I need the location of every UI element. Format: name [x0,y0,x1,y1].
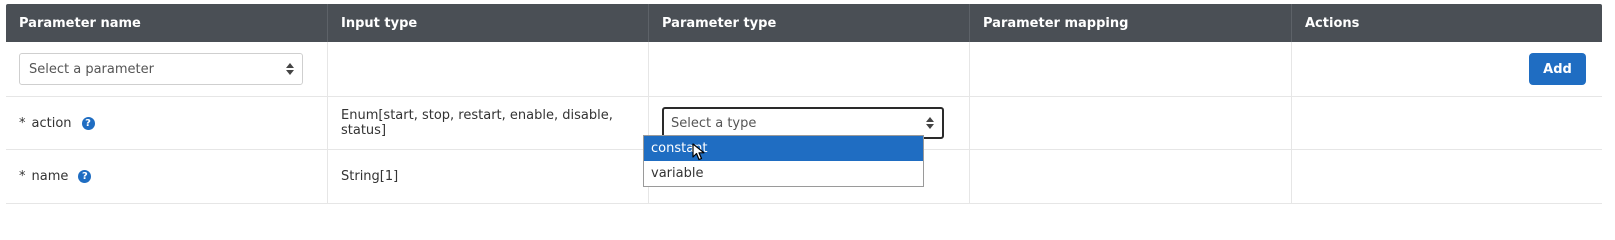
mouse-pointer-icon [692,143,705,161]
input-type-value: Enum[start, stop, restart, enable, disab… [328,97,649,149]
parameter-type-placeholder: Select a type [671,115,757,131]
parameter-select-placeholder: Select a parameter [29,61,154,77]
column-header-parameter-name: Parameter name [6,4,328,42]
input-type-value: String[1] [328,150,649,203]
parameter-select[interactable]: Select a parameter [19,53,303,85]
column-header-parameter-type: Parameter type [649,4,970,42]
parameter-name: name [31,169,69,184]
parameter-type-dropdown: constant variable [643,135,924,187]
help-icon[interactable]: ? [78,170,92,183]
required-marker: * [19,169,26,184]
dropdown-option-constant[interactable]: constant [644,136,923,161]
required-marker: * [19,115,26,131]
table-row-add-parameter: Select a parameter Add [6,42,1602,97]
column-header-actions: Actions [1305,15,1360,31]
table-header: Parameter name Input type Parameter type… [6,4,1602,42]
parameter-name: action [31,115,72,131]
select-caret-icon [286,63,294,75]
column-header-input-type: Input type [328,4,649,42]
dropdown-option-variable[interactable]: variable [644,161,923,186]
add-button[interactable]: Add [1529,53,1586,85]
column-header-parameter-mapping: Parameter mapping [970,4,1292,42]
help-icon[interactable]: ? [81,116,95,130]
select-caret-icon [926,117,934,129]
